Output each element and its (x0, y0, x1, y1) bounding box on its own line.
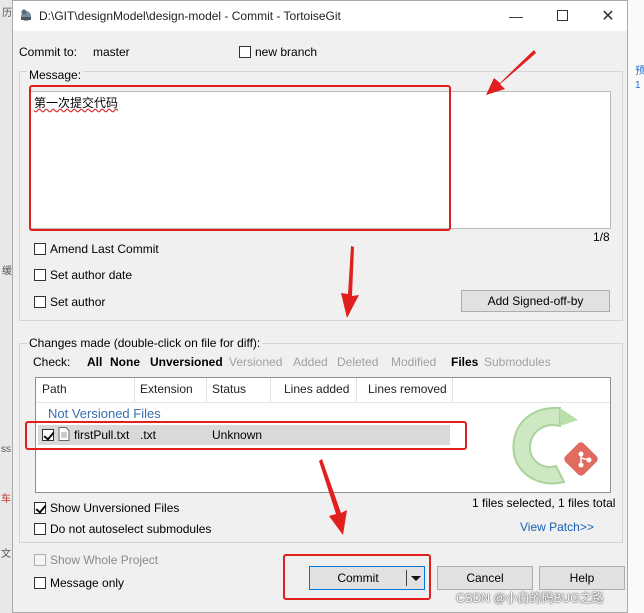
file-list-header: Path Extension Status Lines added Lines … (36, 378, 610, 403)
filter-files-link[interactable]: Files (451, 355, 478, 369)
filter-added-link[interactable]: Added (293, 355, 328, 369)
amend-last-commit-checkbox[interactable] (34, 243, 46, 255)
filter-all-link[interactable]: All (87, 355, 102, 369)
show-whole-project-label: Show Whole Project (50, 553, 159, 567)
message-label: Message: (27, 68, 84, 82)
title-bar: D:\GIT\designModel\design-model - Commit… (13, 1, 627, 31)
background-text-fragment: 历 (2, 8, 12, 19)
filter-submodules-link[interactable]: Submodules (484, 355, 551, 369)
do-not-autoselect-submodules-checkbox[interactable] (34, 523, 46, 535)
annotation-box-commit (283, 554, 431, 600)
background-text-fragment: 1 (635, 80, 641, 91)
background-text-fragment: 预 (635, 66, 644, 77)
branch-name: master (93, 45, 130, 59)
column-divider (270, 378, 271, 402)
maximize-icon (556, 10, 568, 21)
annotation-box-file-row (25, 421, 467, 450)
show-whole-project-checkbox[interactable] (34, 554, 46, 566)
close-icon: ✕ (601, 8, 615, 25)
background-text-fragment: 车 (1, 494, 11, 505)
message-only-label: Message only (50, 576, 125, 590)
window-title: D:\GIT\designModel\design-model - Commit… (39, 9, 341, 23)
column-header-lines-added[interactable]: Lines added (284, 382, 349, 396)
filter-versioned-link[interactable]: Versioned (229, 355, 282, 369)
selection-summary: 1 files selected, 1 files total (472, 496, 616, 510)
check-label: Check: (33, 355, 71, 369)
csdn-watermark: CSDN @小白的码BUG之路 (456, 591, 604, 605)
cancel-button[interactable]: Cancel (437, 566, 533, 590)
background-text-fragment: 缓 (2, 266, 12, 277)
column-header-lines-removed[interactable]: Lines removed (368, 382, 447, 396)
set-author-date-checkbox[interactable] (34, 269, 46, 281)
help-button[interactable]: Help (539, 566, 625, 590)
column-header-extension[interactable]: Extension (140, 382, 193, 396)
add-signed-off-by-button[interactable]: Add Signed-off-by (461, 290, 610, 312)
annotation-arrow-icon (341, 246, 359, 318)
commit-dialog: D:\GIT\designModel\design-model - Commit… (12, 0, 628, 613)
background-text-fragment: ss (1, 444, 11, 455)
annotation-arrow-icon (486, 50, 536, 95)
column-header-path[interactable]: Path (42, 382, 67, 396)
amend-last-commit-label: Amend Last Commit (50, 242, 159, 256)
minimize-button[interactable]: — (493, 1, 539, 31)
new-branch-label: new branch (255, 45, 318, 59)
filter-unversioned-link[interactable]: Unversioned (150, 355, 223, 369)
tortoisegit-logo-watermark (498, 402, 602, 490)
set-author-date-label: Set author date (50, 268, 133, 282)
column-divider (134, 378, 135, 402)
set-author-checkbox[interactable] (34, 296, 46, 308)
view-patch-link[interactable]: View Patch>> (520, 520, 594, 534)
changes-label: Changes made (double-click on file for d… (27, 336, 263, 350)
column-divider (356, 378, 357, 402)
background-text-fragment: 文 (1, 549, 11, 560)
annotation-arrow-icon (319, 459, 347, 535)
close-button[interactable]: ✕ (585, 1, 631, 31)
show-unversioned-files-checkbox[interactable] (34, 502, 46, 514)
filter-deleted-link[interactable]: Deleted (337, 355, 378, 369)
set-author-label: Set author (50, 295, 106, 309)
column-divider (206, 378, 207, 402)
filter-none-link[interactable]: None (110, 355, 140, 369)
new-branch-checkbox[interactable] (239, 46, 251, 58)
message-only-checkbox[interactable] (34, 577, 46, 589)
annotation-box-message (29, 85, 451, 231)
not-versioned-group-header: Not Versioned Files (48, 406, 161, 421)
filter-modified-link[interactable]: Modified (391, 355, 436, 369)
show-unversioned-files-label: Show Unversioned Files (50, 501, 180, 515)
do-not-autoselect-submodules-label: Do not autoselect submodules (50, 522, 212, 536)
message-line-counter: 1/8 (593, 230, 610, 244)
maximize-button[interactable] (539, 1, 585, 31)
minimize-icon: — (509, 8, 523, 24)
background-window-right: 预 1 (626, 0, 644, 613)
commit-to-label: Commit to: (19, 45, 78, 59)
tortoisegit-app-icon (19, 8, 33, 22)
column-header-status[interactable]: Status (212, 382, 246, 396)
column-divider (452, 378, 453, 402)
